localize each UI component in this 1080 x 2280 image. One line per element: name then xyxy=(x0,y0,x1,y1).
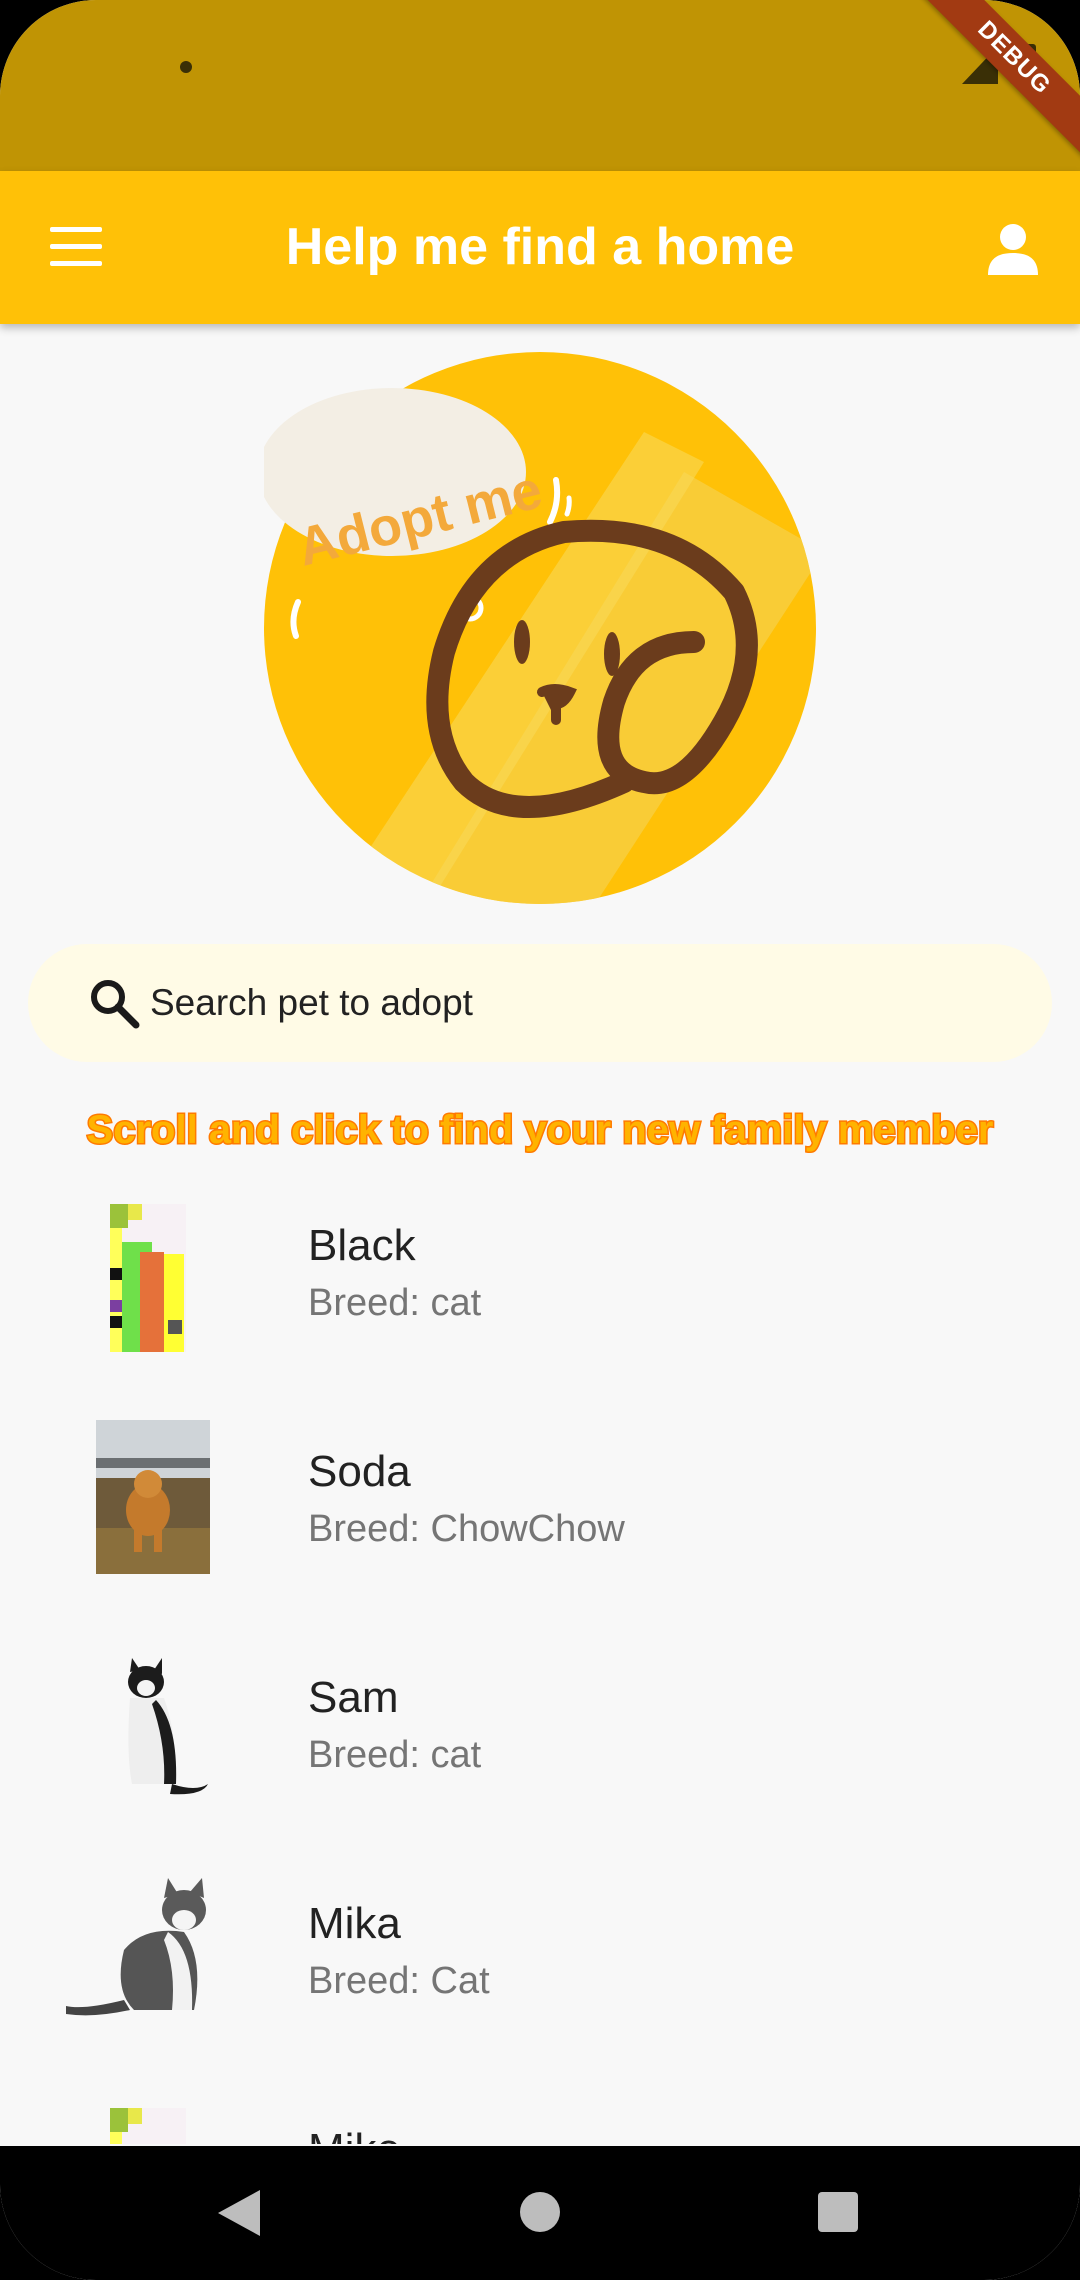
pet-thumbnail xyxy=(96,1420,210,1574)
pet-name: Soda xyxy=(308,1447,411,1496)
list-item[interactable]: Black Breed: cat xyxy=(0,1180,1080,1406)
pet-breed: Breed: ChowChow xyxy=(308,1508,625,1550)
status-bar: DEBUG xyxy=(0,0,1080,171)
adopt-me-logo: Adopt me xyxy=(264,352,816,904)
system-nav-bar xyxy=(0,2146,1080,2280)
pet-thumbnail xyxy=(110,2108,186,2144)
search-input[interactable]: Search pet to adopt xyxy=(28,944,1052,1062)
pet-breed: Breed: cat xyxy=(308,1734,482,1776)
list-item[interactable]: Mike xyxy=(0,2084,1080,2144)
app-title: Help me find a home xyxy=(285,218,795,276)
list-subtitle: Scroll and click to find your new family… xyxy=(85,1107,995,1154)
pet-name: Mika xyxy=(308,1899,401,1948)
camera-icon xyxy=(180,61,192,73)
pet-thumbnail xyxy=(110,1204,186,1352)
recents-icon[interactable] xyxy=(818,2192,858,2232)
pet-name: Black xyxy=(308,1221,416,1270)
search-icon xyxy=(91,980,140,1029)
search-placeholder: Search pet to adopt xyxy=(150,982,473,1023)
account-icon[interactable] xyxy=(988,223,1038,275)
home-icon[interactable] xyxy=(520,2192,560,2232)
list-item[interactable]: Mika Breed: Cat xyxy=(0,1858,1080,2084)
back-icon[interactable] xyxy=(218,2190,262,2236)
pet-thumbnail xyxy=(128,1658,208,1795)
list-item[interactable]: Sam Breed: cat xyxy=(0,1632,1080,1858)
phone-screen: DEBUG Help me find a home Adopt me Searc… xyxy=(0,0,1080,2280)
pet-list[interactable]: Black Breed: cat Soda Breed: ChowChow Sa… xyxy=(0,1180,1080,2144)
pet-name: Mike xyxy=(308,2122,401,2144)
pet-breed: Breed: cat xyxy=(308,1282,482,1324)
pet-breed: Breed: Cat xyxy=(308,1960,490,2002)
pet-name: Sam xyxy=(308,1673,399,1722)
pet-thumbnail xyxy=(66,1878,206,2016)
list-item[interactable]: Soda Breed: ChowChow xyxy=(0,1406,1080,1632)
app-bar: Help me find a home xyxy=(0,171,1080,324)
